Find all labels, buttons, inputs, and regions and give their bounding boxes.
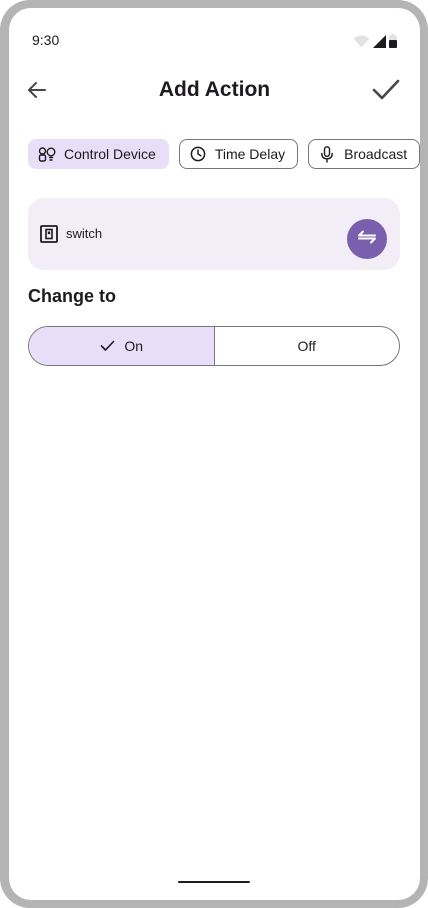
- status-time: 9:30: [32, 32, 60, 48]
- chip-broadcast[interactable]: Broadcast: [308, 139, 420, 169]
- chip-control-device[interactable]: Control Device: [28, 139, 169, 169]
- check-icon: [372, 79, 400, 106]
- status-icons: [353, 34, 397, 48]
- swap-device-button[interactable]: [347, 219, 387, 259]
- screen: 9:30 Add Action Control Device Time Dela…: [9, 8, 420, 900]
- device-card[interactable]: switch: [28, 198, 400, 270]
- chip-time-delay[interactable]: Time Delay: [178, 139, 299, 169]
- devices-icon: [38, 145, 56, 163]
- signal-icon: [373, 35, 386, 48]
- device-frame: 9:30 Add Action Control Device Time Dela…: [0, 0, 428, 908]
- confirm-button[interactable]: [370, 78, 402, 106]
- segment-label: On: [124, 338, 144, 354]
- action-type-chips: Control Device Time Delay Broadcast: [28, 139, 420, 169]
- mic-icon: [318, 145, 336, 163]
- battery-icon: [389, 34, 397, 48]
- segment-off[interactable]: Off: [215, 327, 400, 365]
- change-to-title: Change to: [28, 286, 116, 306]
- segment-on[interactable]: On: [29, 327, 215, 365]
- chip-label: Control Device: [64, 146, 156, 162]
- clock-icon: [189, 145, 207, 163]
- switch-icon: [40, 225, 58, 243]
- on-off-segmented-button: On Off: [28, 326, 400, 366]
- swap-arrows-icon: [357, 229, 377, 250]
- wifi-icon: [353, 35, 370, 48]
- segment-label: Off: [297, 338, 316, 354]
- check-icon: [99, 338, 115, 354]
- chip-label: Broadcast: [344, 146, 408, 162]
- chip-label: Time Delay: [214, 146, 286, 162]
- home-indicator[interactable]: [178, 881, 250, 883]
- page-title: Add Action: [158, 78, 271, 101]
- device-name: switch: [66, 226, 103, 241]
